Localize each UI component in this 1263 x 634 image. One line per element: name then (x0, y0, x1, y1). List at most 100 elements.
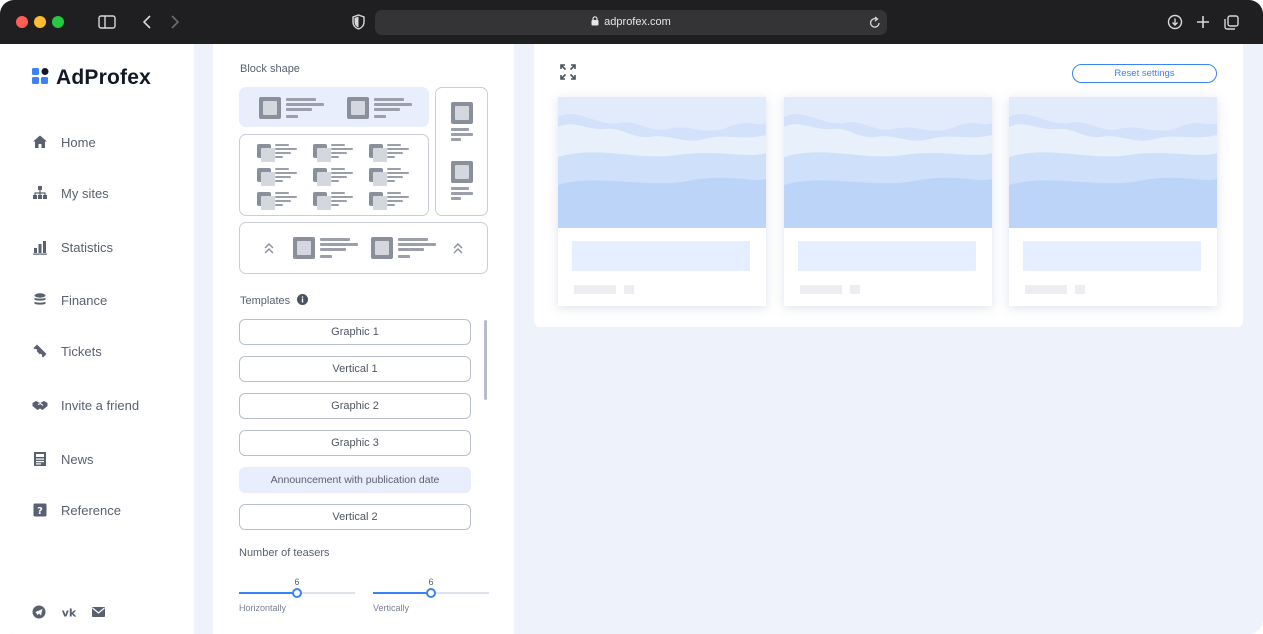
template-graphic-2[interactable]: Graphic 2 (239, 393, 471, 419)
logo-mark-icon (32, 68, 49, 84)
newspaper-icon (34, 452, 46, 466)
reset-settings-button[interactable]: Reset settings (1072, 64, 1217, 83)
image-placeholder-icon (369, 192, 387, 210)
image-placeholder-icon (313, 144, 331, 162)
meta-placeholder (800, 285, 842, 294)
telegram-icon[interactable] (32, 605, 48, 619)
close-window-button[interactable] (16, 16, 28, 28)
image-placeholder-icon (313, 168, 331, 186)
nav-item-reference[interactable]: ? Reference (32, 500, 182, 520)
shield-icon[interactable] (352, 14, 365, 30)
new-tab-icon[interactable] (1196, 15, 1210, 29)
download-icon[interactable] (1167, 14, 1183, 30)
image-placeholder-icon (259, 97, 281, 119)
app-window: adprofex.com AdProfex Home My sites Stat… (0, 0, 1263, 634)
meta-placeholder (850, 285, 860, 294)
nav-item-home[interactable]: Home (32, 132, 182, 152)
lock-icon (591, 16, 599, 26)
title-placeholder (1023, 241, 1201, 271)
template-graphic-1[interactable]: Graphic 1 (239, 319, 471, 345)
chevron-up-icon[interactable] (264, 243, 274, 255)
ticket-icon (33, 344, 47, 358)
expand-icon[interactable] (560, 64, 576, 80)
brand-name: AdProfex (56, 66, 151, 89)
nav-item-invite-a-friend[interactable]: Invite a friend (32, 395, 182, 415)
teaser-card[interactable] (558, 97, 766, 306)
address-bar[interactable]: adprofex.com (375, 10, 887, 35)
image-placeholder-icon (257, 144, 275, 162)
image-placeholder-icon (371, 237, 393, 259)
title-placeholder (798, 241, 976, 271)
teasers-title: Number of teasers (239, 547, 330, 559)
image-placeholder-icon (451, 102, 473, 124)
vertical-label: Vertically (373, 603, 410, 613)
templates-title: Templates (240, 294, 309, 307)
horizontal-value: 6 (294, 577, 300, 587)
meta-placeholder (1025, 285, 1067, 294)
handshake-icon (32, 401, 48, 410)
horizontal-slider[interactable]: 6 Horizontally (239, 577, 355, 617)
landscape-illustration (1009, 97, 1217, 228)
vk-icon[interactable]: vk (60, 605, 78, 620)
vertical-slider-fill (373, 592, 431, 594)
horizontal-slider-fill (239, 592, 297, 594)
nav-item-tickets[interactable]: Tickets (32, 341, 182, 361)
shape-option-vertical[interactable] (435, 87, 488, 216)
nav-item-news[interactable]: News (32, 449, 182, 469)
image-placeholder (1009, 97, 1217, 228)
settings-panel: Block shape Templates Graphic 1 Vertical… (213, 44, 514, 634)
back-icon[interactable] (142, 15, 152, 29)
preview-panel: Reset settings (534, 44, 1243, 327)
image-placeholder-icon (369, 144, 387, 162)
image-placeholder-icon (313, 192, 331, 210)
minimize-window-button[interactable] (34, 16, 46, 28)
sidebar-toggle-icon[interactable] (98, 15, 116, 29)
landscape-illustration (558, 97, 766, 228)
image-placeholder-icon (369, 168, 387, 186)
meta-placeholder (1075, 285, 1085, 294)
teaser-card[interactable] (1009, 97, 1217, 306)
image-placeholder (558, 97, 766, 228)
nav-item-finance[interactable]: Finance (32, 290, 182, 310)
svg-text:?: ? (37, 506, 43, 517)
horizontal-slider-knob[interactable] (292, 588, 302, 598)
info-icon[interactable] (297, 294, 309, 305)
home-icon (33, 135, 47, 148)
vertical-slider-knob[interactable] (426, 588, 436, 598)
chevron-up-icon[interactable] (453, 243, 463, 255)
image-placeholder-icon (257, 168, 275, 186)
template-announcement[interactable]: Announcement with publication date (239, 467, 471, 493)
shape-option-grid[interactable] (239, 134, 429, 216)
vertical-slider[interactable]: 6 Vertically (373, 577, 489, 617)
nav-item-my-sites[interactable]: My sites (32, 183, 182, 203)
sitemap-icon (33, 186, 47, 199)
image-placeholder-icon (293, 237, 315, 259)
template-vertical-1[interactable]: Vertical 1 (239, 356, 471, 382)
reload-icon[interactable] (869, 16, 881, 29)
svg-text:vk: vk (62, 607, 77, 620)
bar-chart-icon (33, 241, 47, 255)
coins-icon (34, 293, 46, 305)
template-graphic-3[interactable]: Graphic 3 (239, 430, 471, 456)
landscape-illustration (784, 97, 992, 228)
image-placeholder (784, 97, 992, 228)
meta-placeholder (624, 285, 634, 294)
teaser-card[interactable] (784, 97, 992, 306)
tabs-overview-icon[interactable] (1224, 15, 1239, 30)
title-placeholder (572, 241, 750, 271)
image-placeholder-icon (451, 161, 473, 183)
nav-item-statistics[interactable]: Statistics (32, 237, 182, 257)
mail-icon[interactable] (91, 605, 107, 619)
shape-option-carousel[interactable] (239, 222, 488, 274)
browser-toolbar: adprofex.com (0, 0, 1263, 44)
template-vertical-2[interactable]: Vertical 2 (239, 504, 471, 530)
templates-scrollbar[interactable] (484, 320, 487, 400)
url-text: adprofex.com (604, 16, 671, 28)
forward-icon[interactable] (170, 15, 180, 29)
horizontal-label: Horizontally (239, 603, 287, 613)
sidebar: AdProfex Home My sites Statistics Financ… (0, 44, 194, 634)
shape-option-horizontal[interactable] (239, 87, 429, 127)
maximize-window-button[interactable] (52, 16, 64, 28)
block-shape-title: Block shape (240, 63, 300, 75)
image-placeholder-icon (347, 97, 369, 119)
